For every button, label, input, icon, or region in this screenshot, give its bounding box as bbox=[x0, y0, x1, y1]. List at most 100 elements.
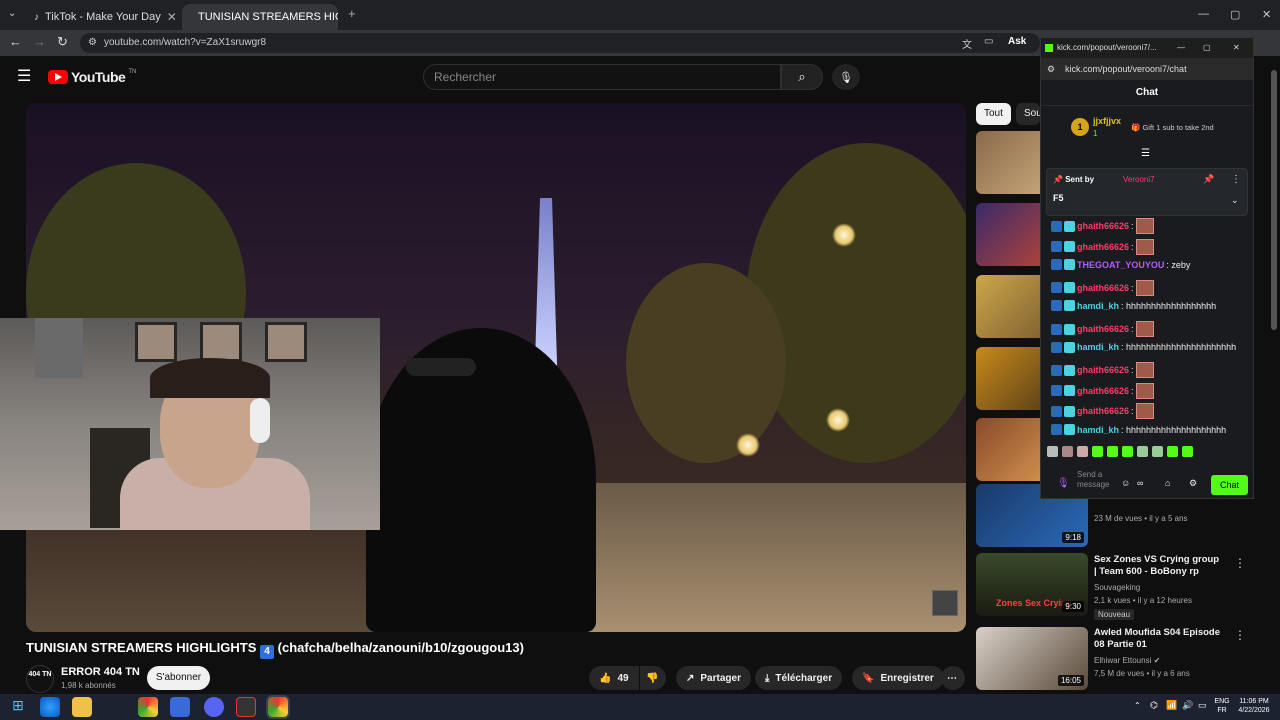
youtube-logo[interactable]: YouTube TN bbox=[48, 69, 136, 85]
wifi-icon[interactable]: 📶 bbox=[1166, 700, 1177, 711]
settings-icon[interactable]: ⚙ bbox=[1189, 478, 1197, 489]
chat-username[interactable]: hamdi_kh bbox=[1077, 301, 1119, 311]
emote-icon[interactable] bbox=[1182, 446, 1193, 457]
speaker-icon[interactable]: 🔊 bbox=[1182, 700, 1193, 711]
file-explorer-icon[interactable] bbox=[72, 697, 92, 717]
filter-icon[interactable]: ☰ bbox=[1141, 148, 1150, 159]
back-icon[interactable]: ← bbox=[9, 34, 22, 49]
pinned-user[interactable]: Verooni7 bbox=[1123, 175, 1155, 184]
tray-chevron-icon[interactable]: ⌃ bbox=[1134, 701, 1141, 710]
chat-username[interactable]: ghaith66626 bbox=[1077, 324, 1129, 334]
store-icon[interactable] bbox=[170, 697, 190, 717]
tab-youtube[interactable]: TUNISIAN STREAMERS HIGH 🔊 ✕ bbox=[182, 4, 338, 30]
emote-icon[interactable] bbox=[1167, 446, 1178, 457]
like-button[interactable]: 👍 49 bbox=[589, 666, 639, 690]
chevron-down-icon[interactable]: ⌄ bbox=[1231, 195, 1239, 206]
upload-age: il y a 6 ans bbox=[1151, 669, 1190, 678]
maximize-icon[interactable]: ▢ bbox=[1203, 38, 1211, 58]
recommendation-title[interactable]: Sex Zones VS Crying group | Team 600 - B… bbox=[1094, 554, 1224, 578]
more-actions-button[interactable]: ⋯ bbox=[941, 666, 965, 690]
url-field[interactable]: ⚙ youtube.com/watch?v=ZaX1sruwgr8 bbox=[80, 33, 1040, 53]
emote-icon[interactable] bbox=[1122, 446, 1133, 457]
input-language[interactable]: ENG FR bbox=[1210, 697, 1234, 715]
pin-icon[interactable]: 📌 bbox=[1203, 174, 1214, 185]
maximize-icon[interactable]: ▢ bbox=[1230, 8, 1240, 21]
minimize-icon[interactable]: — bbox=[1198, 8, 1209, 20]
chat-username[interactable]: hamdi_kh bbox=[1077, 425, 1119, 435]
recommendation-thumbnail[interactable]: 16:05 bbox=[976, 627, 1088, 690]
channel-avatar[interactable]: 404 TN bbox=[26, 665, 54, 693]
voice-search-button[interactable]: 🎙 bbox=[832, 64, 860, 90]
chat-input[interactable]: Send a message bbox=[1077, 470, 1117, 498]
chat-username[interactable]: ghaith66626 bbox=[1077, 242, 1129, 252]
recommendation-channel[interactable]: Elhiwar Ettounsi ✔ bbox=[1094, 656, 1160, 665]
more-icon[interactable]: ⋮ bbox=[1231, 174, 1241, 185]
battery-icon[interactable]: ▭ bbox=[1198, 700, 1207, 711]
chat-username[interactable]: ghaith66626 bbox=[1077, 386, 1129, 396]
search-button[interactable]: ⌕ bbox=[781, 64, 823, 90]
more-options-icon[interactable]: ⋮ bbox=[1234, 628, 1246, 642]
emote-icon[interactable] bbox=[1062, 446, 1073, 457]
kick-logo-icon bbox=[1045, 44, 1053, 52]
tab-tiktok[interactable]: ♪ TikTok - Make Your Day ✕ bbox=[24, 4, 182, 30]
microphone-icon[interactable]: 🎙 bbox=[1057, 478, 1070, 489]
start-icon[interactable]: ⊞ bbox=[8, 697, 28, 717]
menu-icon[interactable]: ☰ bbox=[17, 66, 31, 86]
chat-username[interactable]: ghaith66626 bbox=[1077, 365, 1129, 375]
dislike-button[interactable]: 👎 bbox=[640, 666, 666, 690]
minimize-icon[interactable]: — bbox=[1177, 38, 1185, 58]
popout-url-bar[interactable]: ⚙ kick.com/popout/verooni7/chat bbox=[1041, 58, 1253, 80]
app-icon[interactable] bbox=[236, 697, 256, 717]
page-scrollbar[interactable] bbox=[1271, 70, 1277, 330]
close-window-icon[interactable]: ✕ bbox=[1262, 8, 1271, 21]
store-icon[interactable]: ⌂ bbox=[1165, 478, 1170, 488]
chip-second[interactable]: Sou bbox=[1016, 103, 1040, 125]
tab-list-chevron-icon[interactable]: ⌄ bbox=[8, 8, 16, 19]
network-icon[interactable]: ⌬ bbox=[1150, 700, 1158, 711]
reload-icon[interactable]: ↻ bbox=[57, 34, 68, 50]
emote-icon[interactable] bbox=[1107, 446, 1118, 457]
search-input[interactable]: Rechercher bbox=[423, 64, 781, 90]
emote-icon[interactable] bbox=[1092, 446, 1103, 457]
cast-icon[interactable]: ▭ bbox=[984, 36, 993, 47]
discord-icon[interactable] bbox=[204, 697, 224, 717]
translate-icon[interactable]: 文 bbox=[962, 36, 972, 51]
edge-icon[interactable] bbox=[40, 697, 60, 717]
chip-all[interactable]: Tout bbox=[976, 103, 1011, 125]
gift-icon: 🎁 bbox=[1131, 123, 1141, 132]
send-chat-button[interactable]: Chat bbox=[1211, 475, 1248, 495]
channel-watermark[interactable] bbox=[932, 590, 958, 616]
emote-icon[interactable] bbox=[1077, 446, 1088, 457]
gift-sub-prompt[interactable]: 🎁 Gift 1 sub to take 2nd bbox=[1131, 123, 1214, 132]
recommendation-channel[interactable]: Souvageking bbox=[1094, 583, 1140, 592]
emoji-icon[interactable]: ☺ bbox=[1121, 478, 1130, 488]
site-info-icon[interactable]: ⚙ bbox=[1047, 58, 1055, 80]
more-options-icon[interactable]: ⋮ bbox=[1234, 556, 1246, 570]
emote-icon[interactable] bbox=[1047, 446, 1058, 457]
emote-icon[interactable] bbox=[1152, 446, 1163, 457]
download-button[interactable]: ⤓ Télécharger bbox=[755, 666, 843, 690]
channel-name[interactable]: ERROR 404 TN bbox=[61, 666, 140, 678]
link-icon[interactable]: ∞ bbox=[1137, 478, 1143, 488]
leader-name[interactable]: jjxfjjvx bbox=[1093, 116, 1121, 126]
chat-username[interactable]: hamdi_kh bbox=[1077, 342, 1119, 352]
chrome-icon[interactable] bbox=[138, 697, 158, 717]
emote-icon[interactable] bbox=[1137, 446, 1148, 457]
new-tab-icon[interactable]: + bbox=[348, 6, 356, 21]
forward-icon[interactable]: → bbox=[33, 34, 46, 49]
chat-username[interactable]: ghaith66626 bbox=[1077, 406, 1129, 416]
chrome-active-icon[interactable] bbox=[266, 695, 290, 719]
clock[interactable]: 11:06 PM 4/22/2026 bbox=[1234, 697, 1274, 715]
site-info-icon[interactable]: ⚙ bbox=[88, 33, 97, 53]
close-window-icon[interactable]: ✕ bbox=[1233, 38, 1240, 58]
share-button[interactable]: ↗ Partager bbox=[676, 666, 751, 690]
ask-button[interactable]: Ask bbox=[1008, 36, 1026, 47]
recommendation-thumbnail[interactable]: Zones Sex Crying 9:30 bbox=[976, 553, 1088, 616]
chat-username[interactable]: THEGOAT_YOUYOU bbox=[1077, 260, 1164, 270]
close-tab-icon[interactable]: ✕ bbox=[167, 10, 177, 24]
subscribe-button[interactable]: S'abonner bbox=[147, 666, 210, 690]
chat-username[interactable]: ghaith66626 bbox=[1077, 283, 1129, 293]
save-button[interactable]: 🔖 Enregistrer bbox=[852, 666, 944, 690]
chat-username[interactable]: ghaith66626 bbox=[1077, 221, 1129, 231]
recommendation-title[interactable]: Awled Moufida S04 Episode 08 Partie 01 bbox=[1094, 627, 1224, 651]
